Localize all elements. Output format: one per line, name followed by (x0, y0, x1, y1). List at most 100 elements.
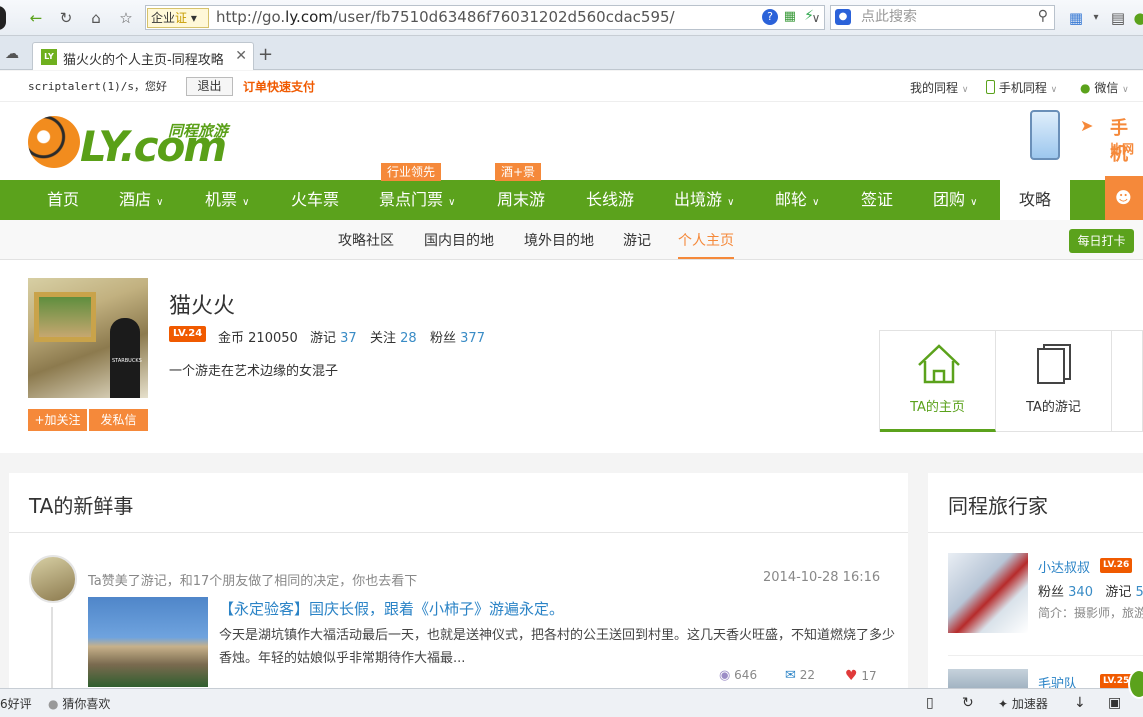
likes-stat[interactable]: ♥ 17 (845, 668, 877, 684)
refresh-icon[interactable]: ↻ (54, 6, 78, 30)
site-favicon: LY (41, 49, 57, 65)
ly-logo[interactable]: LY.com 同程旅游 (28, 112, 238, 172)
nav-tickets[interactable]: 景点门票 ∨ (379, 180, 455, 220)
url-prefix: http://go. (216, 8, 286, 26)
subnav-travel-notes[interactable]: 游记 (623, 230, 651, 250)
comments-stat[interactable]: ✉ 22 (785, 668, 815, 683)
notes-label: 游记 (310, 331, 337, 346)
nav-train[interactable]: 火车票 (291, 180, 339, 220)
expert-name[interactable]: 小达叔叔 (1038, 557, 1090, 576)
nav-outbound[interactable]: 出境游 ∨ (674, 180, 734, 220)
wechat-label: 微信 (1094, 81, 1119, 95)
expert-stats: 粉丝 340 游记 5 (1038, 581, 1143, 600)
nav-hotel[interactable]: 酒店 ∨ (119, 180, 163, 220)
following-stat[interactable]: 关注 28 (370, 327, 417, 346)
nav-visa[interactable]: 签证 (861, 180, 893, 220)
address-bar[interactable]: 企业证 ▾ http://go.ly.com/user/fb7510d63486… (145, 5, 825, 30)
status-rating[interactable]: 6好评 (0, 695, 32, 712)
guess-label: 猜你喜欢 (62, 697, 111, 711)
search-placeholder: 点此搜索 (861, 9, 917, 25)
daily-checkin-button[interactable]: 每日打卡 (1069, 229, 1134, 253)
quick-pay-link[interactable]: 订单快速支付 (243, 78, 315, 95)
floating-assistant-icon[interactable] (1128, 669, 1143, 699)
nav-weekend[interactable]: 周末游 (497, 180, 545, 220)
nav-cruise-label: 邮轮 (775, 190, 808, 209)
url-text[interactable]: http://go.ly.com/user/fb7510d63486f76031… (216, 6, 675, 29)
new-tab-icon[interactable]: + (258, 44, 273, 65)
fans-value: 377 (460, 331, 485, 346)
nav-cruise[interactable]: 邮轮 ∨ (775, 180, 819, 220)
nav-long-trip[interactable]: 长线游 (586, 180, 634, 220)
side-title: 同程旅行家 (948, 494, 1048, 518)
chevron-down-icon: ∨ (448, 197, 456, 208)
my-tongcheng-menu[interactable]: 我的同程 ∨ (910, 79, 968, 96)
help-icon[interactable]: ? (762, 9, 778, 25)
main-nav: 首页 酒店 ∨ 机票 ∨ 火车票 景点门票 ∨ 周末游 长线游 出境游 ∨ 邮轮… (0, 180, 1143, 220)
travel-experts-panel: 同程旅行家 小达叔叔 LV.26 粉丝 340 游记 5 简介：摄影师，旅游 毛… (928, 473, 1143, 717)
enterprise-cert-badge[interactable]: 企业证 ▾ (147, 8, 209, 28)
follow-button[interactable]: +加关注 (28, 409, 87, 431)
logout-button[interactable]: 退出 (186, 77, 233, 96)
tab-home[interactable]: TA的主页 (880, 331, 996, 432)
window-icon[interactable]: ▣ (1108, 695, 1121, 711)
following-value: 28 (400, 331, 417, 346)
status-guess-you-like[interactable]: ● 猜你喜欢 (48, 695, 110, 712)
favorite-star-icon[interactable]: ☆ (114, 6, 138, 30)
feed-avatar[interactable] (29, 555, 77, 603)
browser-tab[interactable]: LY 猫火火的个人主页-同程攻略社 ✕ (32, 42, 254, 70)
notes-stat[interactable]: 游记 37 (310, 327, 357, 346)
profile-tabs: TA的主页 TA的游记 (879, 330, 1143, 432)
nav-groupbuy-label: 团购 (933, 190, 966, 209)
subnav-profile[interactable]: 个人主页 (678, 230, 734, 259)
close-tab-icon[interactable]: ✕ (235, 48, 247, 64)
message-button[interactable]: 发私信 (89, 409, 148, 431)
feed-panel: TA的新鲜事 Ta赞美了游记，和17个朋友做了相同的决定，你也去看下 2014-… (9, 473, 908, 717)
notes-icon (1037, 344, 1071, 384)
tab-travel-notes[interactable]: TA的游记 (996, 331, 1112, 432)
nav-outbound-label: 出境游 (674, 190, 723, 209)
subnav-community[interactable]: 攻略社区 (338, 230, 394, 250)
home-icon[interactable]: ⌂ (84, 6, 108, 30)
feed-thumbnail[interactable] (88, 597, 208, 687)
search-icon[interactable]: ⚲ (1038, 8, 1048, 24)
nav-groupbuy[interactable]: 团购 ∨ (933, 180, 977, 220)
fans-stat[interactable]: 粉丝 377 (430, 327, 485, 346)
search-box[interactable]: ● 点此搜索 ⚲ (830, 5, 1055, 30)
nav-home[interactable]: 首页 (47, 180, 79, 220)
cloud-icon[interactable]: ☁ (5, 46, 19, 62)
apps-dropdown-icon[interactable]: ▾ (1084, 6, 1108, 30)
chevron-down-icon: ∨ (242, 197, 250, 208)
baidu-paw-icon[interactable]: ● (835, 9, 851, 25)
subnav-domestic[interactable]: 国内目的地 (424, 230, 494, 250)
wechat-menu[interactable]: ● 微信 ∨ (1080, 79, 1129, 96)
nav-flights[interactable]: 机票 ∨ (205, 180, 249, 220)
mobile-app-menu[interactable]: 手机同程 ∨ (986, 79, 1057, 96)
browser-toolbar: ← ↻ ⌂ ☆ 企业证 ▾ http://go.ly.com/user/fb75… (0, 0, 1143, 36)
login-button[interactable]: ☻ 我 (1105, 176, 1143, 251)
dot-icon: ● (48, 697, 59, 711)
translate-icon[interactable]: ▤ (1106, 6, 1130, 30)
download-icon[interactable]: ↓ (1074, 695, 1086, 711)
profile-card: STARBUCKS +加关注 发私信 猫火火 LV.24 金币 210050 游… (0, 260, 1143, 453)
back-icon[interactable]: ← (24, 6, 48, 30)
browser-logo-icon (0, 6, 6, 30)
refresh-icon[interactable]: ↻ (962, 695, 974, 711)
expert-avatar[interactable] (948, 553, 1028, 633)
nav-guides[interactable]: 攻略 (1000, 180, 1070, 220)
tab-more[interactable] (1112, 331, 1143, 432)
nav-tickets-label: 景点门票 (379, 190, 444, 209)
address-dropdown-icon[interactable]: ∨ (804, 6, 828, 30)
coins-stat: 金币 210050 (218, 327, 298, 346)
feed-article-title[interactable]: 【永定验客】国庆长假，跟着《小柿子》游遍永定。 (219, 598, 564, 619)
painting-frame (34, 292, 96, 342)
qr-code-icon[interactable]: ▦ (784, 9, 796, 24)
comments-count: 22 (799, 668, 816, 682)
subnav-overseas[interactable]: 境外目的地 (524, 230, 594, 250)
avatar[interactable]: STARBUCKS (28, 278, 148, 398)
page: ← ↻ ⌂ ☆ 企业证 ▾ http://go.ly.com/user/fb75… (0, 0, 1143, 717)
accelerator[interactable]: ✦ 加速器 (998, 695, 1048, 712)
expert-level-badge: LV.26 (1100, 558, 1133, 573)
mobile-icon[interactable]: ▯ (926, 695, 934, 711)
mobile-app-ad[interactable]: ➤ 手机 比网 (1030, 110, 1143, 172)
extension-icon[interactable]: ● (1128, 6, 1143, 30)
